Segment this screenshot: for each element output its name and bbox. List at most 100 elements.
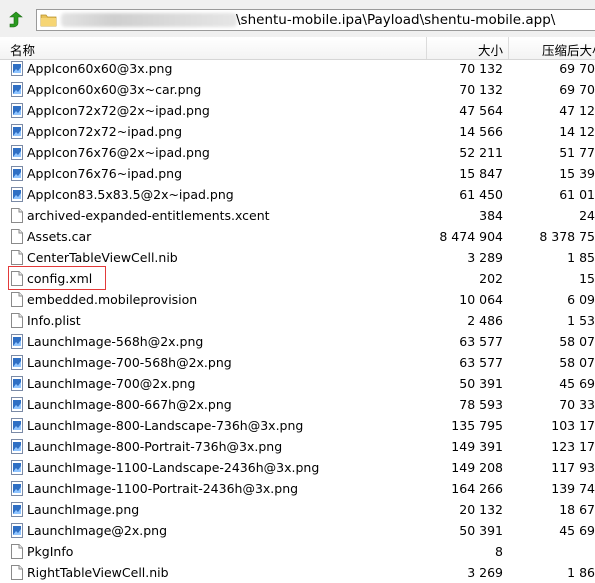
file-size: 135 795 [451, 418, 503, 433]
column-size[interactable]: 大小 [478, 40, 503, 59]
file-size: 63 577 [459, 334, 503, 349]
file-row[interactable]: PkgInfo 8 [0, 541, 595, 562]
file-compressed-size: 45 69 [559, 376, 595, 391]
image-file-icon [11, 481, 23, 496]
file-row[interactable]: LaunchImage.png 20 132 18 67 [0, 499, 595, 520]
file-size: 70 132 [459, 61, 503, 76]
file-row[interactable]: CenterTableViewCell.nib 3 289 1 85 [0, 247, 595, 268]
file-size: 63 577 [459, 355, 503, 370]
file-name: AppIcon72x72~ipad.png [27, 124, 182, 139]
file-size: 52 211 [459, 145, 503, 160]
file-size: 8 [495, 544, 503, 559]
file-size: 2 486 [467, 313, 503, 328]
file-row[interactable]: AppIcon60x60@3x.png 70 132 69 70 [0, 58, 595, 79]
file-row[interactable]: AppIcon83.5x83.5@2x~ipad.png 61 450 61 01 [0, 184, 595, 205]
file-row[interactable]: LaunchImage-1100-Portrait-2436h@3x.png 16… [0, 478, 595, 499]
image-file-icon [11, 502, 23, 517]
file-icon [11, 565, 23, 580]
image-file-icon [11, 523, 23, 538]
file-compressed-size: 51 77 [559, 145, 595, 160]
column-name[interactable]: 名称 [10, 40, 35, 59]
file-compressed-size: 1 85 [567, 250, 595, 265]
column-compressed[interactable]: 压缩后大小 [542, 40, 595, 59]
file-name: AppIcon60x60@3x~car.png [27, 82, 202, 97]
file-row[interactable]: AppIcon76x76@2x~ipad.png 52 211 51 77 [0, 142, 595, 163]
file-row[interactable]: LaunchImage-1100-Landscape-2436h@3x.png 1… [0, 457, 595, 478]
file-name: AppIcon76x76@2x~ipad.png [27, 145, 210, 160]
file-compressed-size: 8 378 75 [539, 229, 595, 244]
file-compressed-size: 47 12 [559, 103, 595, 118]
image-file-icon [11, 61, 23, 76]
file-name: LaunchImage-800-Landscape-736h@3x.png [27, 418, 304, 433]
address-field[interactable]: \shentu-mobile.ipa\Payload\shentu-mobile… [36, 9, 595, 31]
file-row[interactable]: LaunchImage-800-Portrait-736h@3x.png 149 … [0, 436, 595, 457]
file-row[interactable]: Assets.car 8 474 904 8 378 75 [0, 226, 595, 247]
file-row[interactable]: archived-expanded-entitlements.xcent 384 2… [0, 205, 595, 226]
file-name: LaunchImage-1100-Portrait-2436h@3x.png [27, 481, 299, 496]
file-row[interactable]: LaunchImage-568h@2x.png 63 577 58 07 [0, 331, 595, 352]
file-icon [11, 313, 23, 328]
file-size: 3 289 [467, 250, 503, 265]
column-divider[interactable] [426, 37, 427, 59]
up-arrow-icon[interactable] [7, 11, 25, 29]
file-row[interactable]: AppIcon72x72@2x~ipad.png 47 564 47 12 [0, 100, 595, 121]
folder-icon [40, 14, 57, 27]
file-name: Assets.car [27, 229, 92, 244]
file-compressed-size: 15 39 [559, 166, 595, 181]
file-name: LaunchImage-700-568h@2x.png [27, 355, 232, 370]
file-size: 50 391 [459, 523, 503, 538]
image-file-icon [11, 439, 23, 454]
image-file-icon [11, 166, 23, 181]
file-size: 384 [479, 208, 503, 223]
file-row[interactable]: LaunchImage@2x.png 50 391 45 69 [0, 520, 595, 541]
file-row[interactable]: embedded.mobileprovision 10 064 6 09 [0, 289, 595, 310]
address-path: \shentu-mobile.ipa\Payload\shentu-mobile… [236, 12, 556, 28]
image-file-icon [11, 145, 23, 160]
file-name: AppIcon83.5x83.5@2x~ipad.png [27, 187, 234, 202]
file-size: 164 266 [451, 481, 503, 496]
image-file-icon [11, 82, 23, 97]
file-size: 3 269 [467, 565, 503, 580]
file-name: Info.plist [27, 313, 81, 328]
file-size: 14 566 [459, 124, 503, 139]
file-row[interactable]: AppIcon76x76~ipad.png 15 847 15 39 [0, 163, 595, 184]
file-name: LaunchImage-568h@2x.png [27, 334, 204, 349]
file-row[interactable]: LaunchImage-800-Landscape-736h@3x.png 135… [0, 415, 595, 436]
file-size: 70 132 [459, 82, 503, 97]
file-size: 149 208 [451, 460, 503, 475]
file-row[interactable]: AppIcon72x72~ipad.png 14 566 14 12 [0, 121, 595, 142]
column-divider[interactable] [508, 37, 509, 59]
image-file-icon [11, 124, 23, 139]
file-name: LaunchImage-700@2x.png [27, 376, 196, 391]
file-name: archived-expanded-entitlements.xcent [27, 208, 270, 223]
file-row[interactable]: RightTableViewCell.nib 3 269 1 86 [0, 562, 595, 583]
column-header: 名称 大小 压缩后大小 [0, 37, 595, 60]
file-row[interactable]: LaunchImage-700@2x.png 50 391 45 69 [0, 373, 595, 394]
file-compressed-size: 18 67 [559, 502, 595, 517]
file-compressed-size: 15 [579, 271, 595, 286]
file-compressed-size: 6 09 [567, 292, 595, 307]
file-list: AppIcon60x60@3x.png 70 132 69 70 AppIcon60x… [0, 58, 595, 583]
file-compressed-size: 69 70 [559, 61, 595, 76]
file-size: 149 391 [451, 439, 503, 454]
file-row[interactable]: AppIcon60x60@3x~car.png 70 132 69 70 [0, 79, 595, 100]
file-name: embedded.mobileprovision [27, 292, 198, 307]
file-compressed-size: 1 53 [567, 313, 595, 328]
file-name: LaunchImage.png [27, 502, 140, 517]
file-row[interactable]: LaunchImage-700-568h@2x.png 63 577 58 07 [0, 352, 595, 373]
file-name: LaunchImage-1100-Landscape-2436h@3x.png [27, 460, 320, 475]
file-compressed-size: 1 86 [567, 565, 595, 580]
image-file-icon [11, 397, 23, 412]
file-compressed-size: 58 07 [559, 334, 595, 349]
file-size: 50 391 [459, 376, 503, 391]
file-row[interactable]: Info.plist 2 486 1 53 [0, 310, 595, 331]
file-size: 78 593 [459, 397, 503, 412]
file-row[interactable]: LaunchImage-800-667h@2x.png 78 593 70 33 [0, 394, 595, 415]
file-name: PkgInfo [27, 544, 74, 559]
file-icon [11, 544, 23, 559]
highlight-box [8, 266, 106, 290]
file-compressed-size: 14 12 [559, 124, 595, 139]
file-compressed-size: 117 93 [551, 460, 595, 475]
file-compressed-size: 139 74 [551, 481, 595, 496]
image-file-icon [11, 103, 23, 118]
